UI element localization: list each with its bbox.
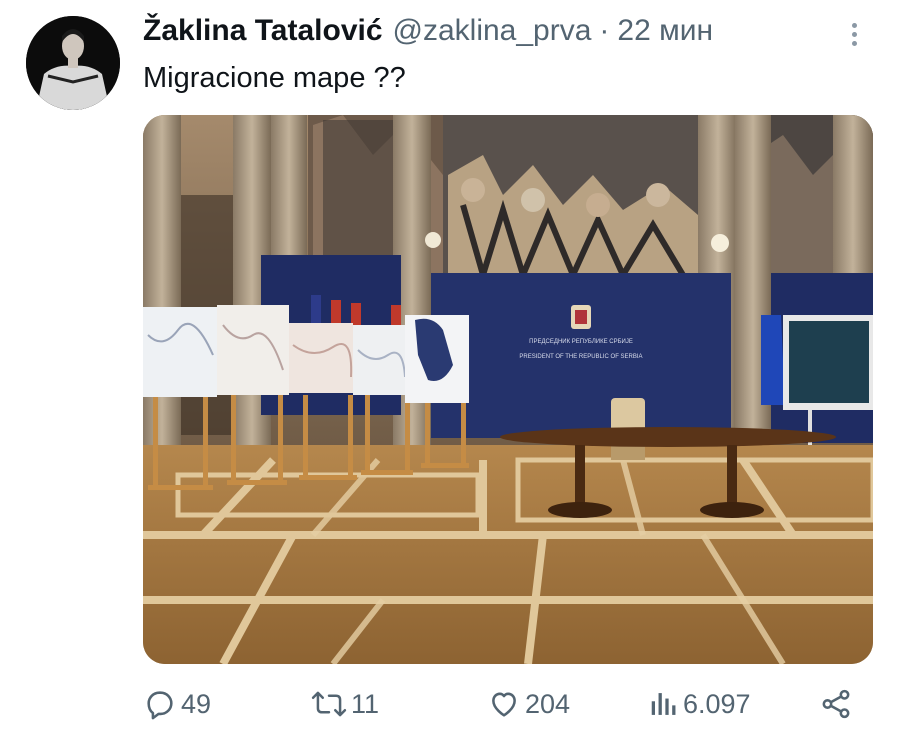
- tweet-photo[interactable]: ПРЕДСЕДНИК РЕПУБЛИКЕ СРБИЈЕ PRESIDENT OF…: [143, 115, 873, 664]
- timestamp[interactable]: 22 мин: [617, 14, 713, 48]
- author-handle[interactable]: @zaklina_prva: [393, 14, 592, 48]
- reply-icon: [147, 691, 173, 720]
- views-icon: [651, 693, 676, 715]
- author-name[interactable]: Žaklina Tatalović: [143, 14, 383, 48]
- share-button[interactable]: [819, 684, 857, 724]
- retweet-count: 11: [351, 688, 380, 719]
- reply-count: 49: [181, 688, 212, 719]
- photo-scene: ПРЕДСЕДНИК РЕПУБЛИКЕ СРБИЈЕ PRESIDENT OF…: [143, 115, 873, 664]
- avatar-photo: [26, 16, 120, 110]
- separator-dot: ·: [599, 14, 610, 47]
- like-count: 204: [525, 688, 571, 719]
- more-icon[interactable]: [848, 20, 860, 50]
- heart-icon: [492, 692, 516, 717]
- views-count: 6.097: [683, 688, 751, 719]
- share-icon: [822, 689, 850, 719]
- avatar[interactable]: [26, 16, 120, 110]
- tweet-text: Migracione mape ??: [143, 62, 406, 94]
- action-bar: 49 11 204 6.097: [143, 684, 863, 724]
- retweet-button[interactable]: 11: [311, 684, 379, 724]
- placard-line1: ПРЕДСЕДНИК РЕПУБЛИКЕ СРБИЈЕ: [529, 339, 633, 345]
- placard-line2: PRESIDENT OF THE REPUBLIC OF SERBIA: [519, 354, 642, 360]
- views-button[interactable]: 6.097: [649, 684, 751, 724]
- tweet-header: Žaklina Tatalović @zaklina_prva · 22 мин: [143, 14, 860, 58]
- reply-button[interactable]: 49: [143, 684, 211, 724]
- retweet-icon: [311, 691, 347, 717]
- like-button[interactable]: 204: [487, 684, 570, 724]
